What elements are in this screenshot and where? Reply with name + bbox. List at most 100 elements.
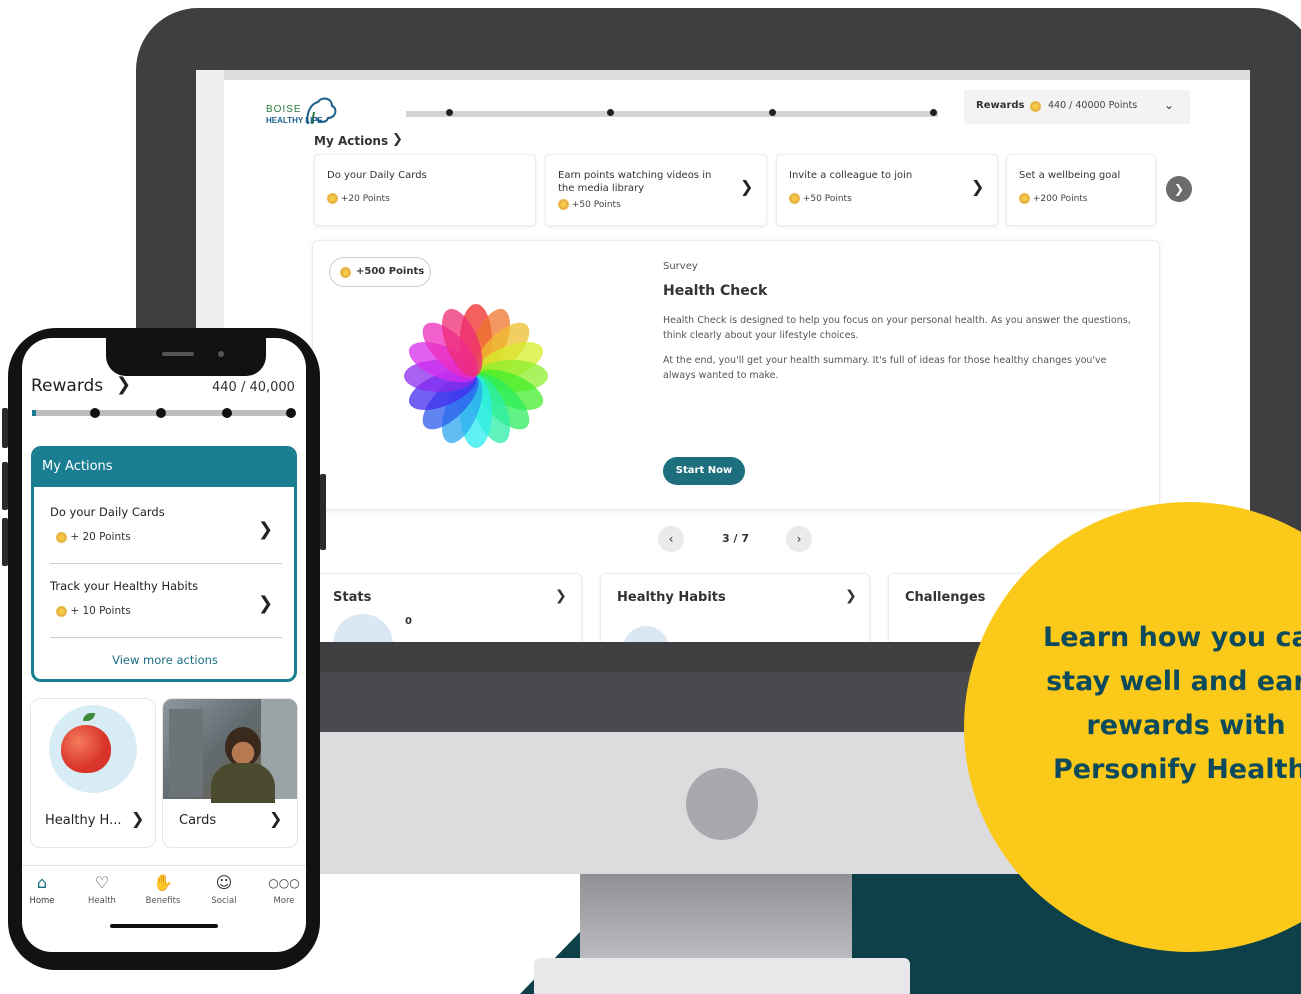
phone-rewards-points: 440 / 40,000: [212, 380, 295, 395]
color-flower-image: [404, 304, 548, 448]
nav-item-social[interactable]: ☺ Social: [196, 872, 252, 906]
phone-my-actions-body: Do your Daily Cards + 20 Points ❯ Track …: [36, 489, 292, 679]
action-card-invite-colleague[interactable]: Invite a colleague to join +50 Points ❯: [776, 154, 998, 226]
start-now-button[interactable]: Start Now: [663, 457, 745, 485]
photo-person-head: [225, 727, 261, 767]
phone-rewards-title[interactable]: Rewards: [31, 376, 103, 396]
my-actions-title[interactable]: My Actions: [314, 134, 388, 148]
stats-card[interactable]: Stats ❯ 0: [316, 573, 582, 642]
chevron-right-icon: ❯: [740, 177, 754, 196]
divider: [50, 637, 282, 638]
promo-text: Learn how you can stay well and earn rew…: [1042, 622, 1301, 785]
home-icon: ⌂: [36, 873, 48, 892]
monitor-stand-base: [534, 958, 910, 994]
rewards-dropdown[interactable]: Rewards 440 / 40000 Points ⌄: [964, 90, 1190, 124]
coin-icon: [340, 267, 351, 278]
action-title: Do your Daily Cards: [327, 170, 427, 181]
monitor-stand: [580, 874, 852, 960]
chevron-right-icon[interactable]: ❯: [258, 519, 273, 540]
progress-milestone-dot: [930, 109, 937, 116]
nav-item-more[interactable]: ○○○ More: [256, 872, 306, 906]
nav-item-home[interactable]: ⌂ Home: [22, 872, 70, 906]
phone-tile-label: Healthy H...: [45, 813, 122, 828]
phone-my-actions-header: My Actions: [34, 449, 294, 487]
apple-icon: [61, 725, 111, 773]
action-card-media-library[interactable]: Earn points watching videos in the media…: [545, 154, 767, 226]
action-title: Set a wellbeing goal: [1019, 170, 1121, 181]
phone-screen: Rewards ❯ 440 / 40,000 My Actions Do you…: [22, 338, 306, 952]
pager-next-button[interactable]: ›: [786, 526, 812, 552]
rewards-label: Rewards: [976, 100, 1025, 111]
chevron-right-icon: ❯: [131, 809, 145, 828]
survey-card: +500 Points Survey Health Check Health C…: [312, 240, 1160, 510]
nav-item-benefits[interactable]: ✋ Benefits: [135, 872, 191, 906]
progress-milestone-dot: [607, 109, 614, 116]
phone-progress-milestone: [222, 408, 232, 418]
survey-title: Health Check: [663, 283, 768, 299]
divider: [50, 563, 282, 564]
view-more-actions-link[interactable]: View more actions: [34, 653, 294, 667]
action-title: Invite a colleague to join: [789, 170, 913, 181]
home-indicator: [110, 924, 218, 928]
healthy-habits-card[interactable]: Healthy Habits ❯: [600, 573, 870, 642]
nav-label: Social: [211, 896, 237, 906]
hand-heart-icon: ✋: [153, 873, 173, 892]
logo-line-1: BOISE: [266, 104, 302, 115]
nav-item-health[interactable]: ♡ Health: [74, 872, 130, 906]
action-points: +50 Points: [789, 193, 852, 204]
phone-progress-milestone: [90, 408, 100, 418]
action-card-wellbeing-goal[interactable]: Set a wellbeing goal +200 Points: [1006, 154, 1156, 226]
nav-label: Benefits: [145, 896, 181, 906]
coin-icon: [327, 193, 338, 204]
action-card-daily-cards[interactable]: Do your Daily Cards +20 Points: [314, 154, 536, 226]
phone-progress-milestone: [156, 408, 166, 418]
habit-ring: [623, 626, 669, 642]
chevron-right-icon: ❯: [269, 809, 283, 828]
phone-side-button: [2, 462, 8, 510]
rewards-points: 440 / 40000 Points: [1048, 100, 1138, 111]
survey-type: Survey: [663, 261, 698, 272]
challenges-title: Challenges: [905, 590, 986, 605]
phone-action-points: + 10 Points: [56, 605, 131, 617]
carousel-next-button[interactable]: ❯: [1166, 176, 1192, 202]
chevron-right-icon: ❯: [971, 177, 985, 196]
phone-side-button: [2, 518, 8, 566]
screen-top-strip: [196, 70, 1250, 80]
stage: BOISE HEALTHY LIFE Rewards 440 / 40000 P…: [0, 0, 1301, 994]
boise-healthy-life-logo[interactable]: BOISE HEALTHY LIFE: [266, 94, 356, 130]
phone-action-title[interactable]: Track your Healthy Habits: [50, 579, 198, 593]
action-points: +200 Points: [1019, 193, 1088, 204]
coin-icon: [558, 199, 569, 210]
phone-side-button: [320, 474, 326, 550]
monitor-power-button: [686, 768, 758, 840]
stats-title: Stats: [333, 590, 372, 605]
nav-label: Home: [29, 896, 55, 906]
healthy-habits-title: Healthy Habits: [617, 590, 726, 605]
pager-indicator: 3 / 7: [722, 532, 749, 545]
nav-label: More: [273, 896, 295, 906]
points-badge: +500 Points: [329, 257, 431, 287]
phone-tile-cards[interactable]: Cards ❯: [162, 698, 298, 848]
coin-icon: [789, 193, 800, 204]
notch-camera: [218, 351, 224, 357]
pager-prev-button[interactable]: ‹: [658, 526, 684, 552]
phone-action-points-text: + 20 Points: [70, 531, 131, 543]
action-points: +50 Points: [558, 199, 621, 210]
chevron-right-icon[interactable]: ❯: [116, 374, 131, 395]
chevron-right-icon[interactable]: ❯: [258, 593, 273, 614]
phone-nav-divider: [22, 865, 306, 866]
chevron-right-icon[interactable]: ❯: [392, 132, 403, 147]
stats-ring: [333, 614, 393, 642]
phone-action-title[interactable]: Do your Daily Cards: [50, 505, 165, 519]
phone-progress-milestone: [286, 408, 296, 418]
action-points-text: +50 Points: [571, 200, 621, 210]
action-points-text: +20 Points: [340, 194, 390, 204]
progress-milestone-dot: [446, 109, 453, 116]
action-title: Earn points watching videos in the media…: [558, 170, 712, 194]
phone-my-actions-title: My Actions: [42, 459, 113, 474]
nav-label: Health: [88, 896, 116, 906]
phone-tile-healthy-habits[interactable]: Healthy H... ❯: [30, 698, 156, 848]
survey-description-2: At the end, you'll get your health summa…: [663, 355, 1107, 381]
coin-icon: [1030, 101, 1041, 112]
stats-value: 0: [405, 616, 412, 627]
